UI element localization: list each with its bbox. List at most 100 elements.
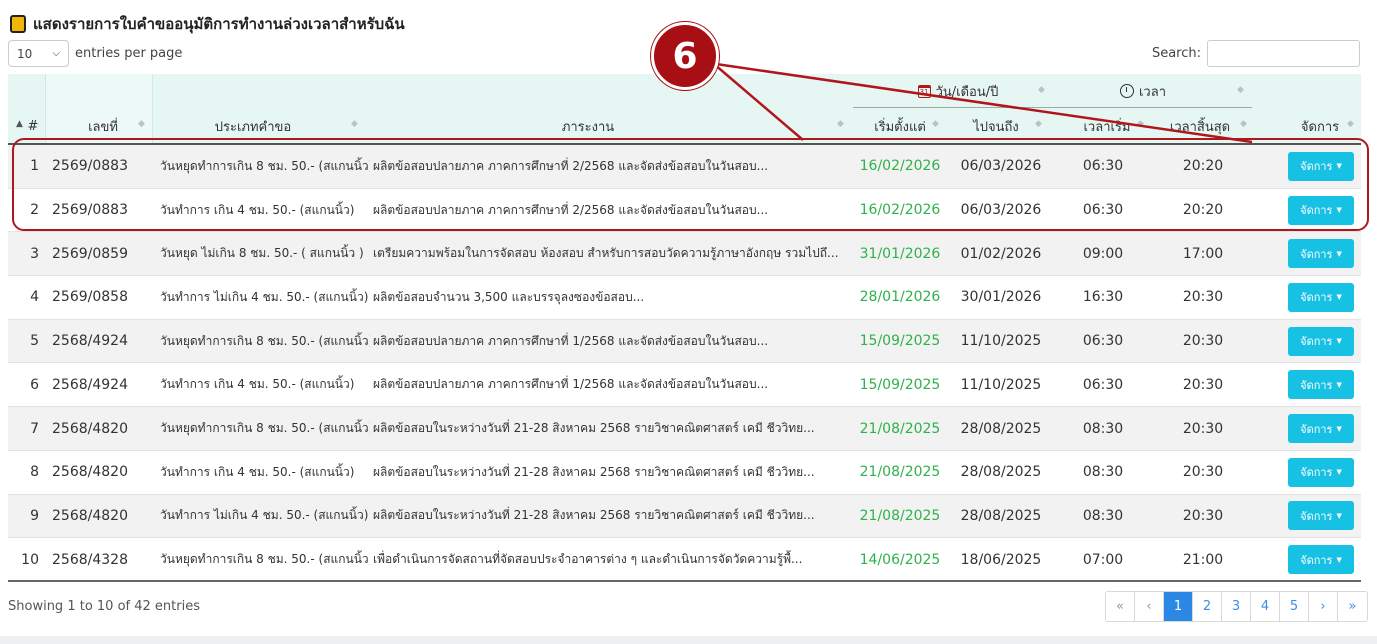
row-task: ผลิตข้อสอบในระหว่างวันที่ 21-28 สิงหาคม … — [373, 508, 815, 523]
column-header-index[interactable]: # — [25, 114, 41, 138]
sort-icon[interactable]: ◆ — [1137, 119, 1144, 129]
sort-icon[interactable]: ◆ — [1237, 85, 1244, 95]
entries-per-page-control: 10 ⌵ entries per page — [8, 40, 182, 67]
pagination-prev[interactable]: ‹ — [1135, 592, 1164, 621]
row-action-cell: จัดการ ▼ — [1288, 232, 1354, 275]
column-group-time[interactable]: เวลา — [1108, 80, 1178, 102]
page-title: แสดงรายการใบคำขออนุมัติการทำงานล่วงเวลาส… — [10, 13, 405, 35]
entries-info: Showing 1 to 10 of 42 entries — [8, 599, 200, 614]
table-row: 5 2568/4924 วันหยุดทำการเกิน 8 ชม. 50.- (ส… — [8, 319, 1361, 364]
manage-dropdown-button[interactable]: จัดการ ▼ — [1288, 326, 1354, 356]
pagination: « ‹ 1 2 3 4 5 › » — [1105, 591, 1368, 622]
row-end-date: 28/08/2025 — [960, 420, 1042, 437]
row-start-date: 14/06/2025 — [859, 551, 941, 568]
row-index: 4 — [30, 289, 39, 306]
manage-button-label: จัดการ — [1300, 553, 1333, 567]
manage-dropdown-button[interactable]: จัดการ ▼ — [1288, 457, 1354, 487]
search-control: Search: — [1152, 40, 1360, 67]
pagination-page-4[interactable]: 4 — [1251, 592, 1280, 621]
row-start-date: 15/09/2025 — [859, 376, 941, 393]
row-end-time: 20:30 — [1182, 333, 1224, 350]
table-row: 4 2569/0858 วันทำการ ไม่เกิน 4 ชม. 50.- (ส… — [8, 276, 1361, 320]
sort-icon[interactable]: ◆ — [1038, 85, 1045, 95]
pagination-first[interactable]: « — [1106, 592, 1135, 621]
table-row: 10 2568/4328 วันหยุดทำการเกิน 8 ชม. 50.- (… — [8, 538, 1361, 582]
calendar-icon: 31 — [917, 84, 931, 98]
row-end-date: 30/01/2026 — [960, 289, 1042, 306]
row-number: 2568/4820 — [52, 507, 128, 524]
row-end-time: 20:30 — [1182, 464, 1224, 481]
caret-down-icon: ▼ — [1336, 511, 1342, 520]
row-task: ผลิตข้อสอบจำนวน 3,500 และบรรจุลงซองข้อสอ… — [373, 289, 645, 304]
row-request-type: วันทำการ ไม่เกิน 4 ชม. 50.- (สแกนนิ้ว) — [160, 508, 369, 523]
row-index: 7 — [30, 420, 39, 437]
row-start-time: 08:30 — [1082, 420, 1124, 437]
sort-icon[interactable]: ◆ — [351, 119, 358, 129]
row-end-time: 20:30 — [1182, 289, 1224, 306]
row-end-date: 11/10/2025 — [960, 376, 1042, 393]
entries-per-page-value: 10 — [17, 46, 33, 61]
row-task: เพื่อดำเนินการจัดสถานที่จัดสอบประจำอาคาร… — [373, 552, 803, 567]
annotation-callout-badge: 6 — [651, 22, 719, 90]
row-number: 2568/4820 — [52, 420, 128, 437]
manage-dropdown-button[interactable]: จัดการ ▼ — [1288, 501, 1354, 531]
row-request-type: วันหยุดทำการเกิน 8 ชม. 50.- (สแกนนิ้ว) — [160, 421, 370, 436]
pagination-last[interactable]: » — [1338, 592, 1367, 621]
pagination-next[interactable]: › — [1309, 592, 1338, 621]
manage-button-label: จัดการ — [1300, 378, 1333, 392]
row-end-date: 01/02/2026 — [960, 245, 1042, 262]
sort-icon[interactable]: ◆ — [837, 119, 844, 129]
row-action-cell: จัดการ ▼ — [1288, 451, 1354, 494]
entries-per-page-label: entries per page — [75, 46, 183, 61]
column-group-date[interactable]: 31 วัน/เดือน/ปี — [898, 80, 1018, 102]
table-row: 6 2568/4924 วันทำการ เกิน 4 ชม. 50.- (สแกน… — [8, 363, 1361, 408]
manage-dropdown-button[interactable]: จัดการ ▼ — [1288, 414, 1354, 444]
entries-per-page-select[interactable]: 10 ⌵ — [8, 40, 69, 67]
sort-icon[interactable]: ◆ — [932, 119, 939, 129]
sort-icon[interactable]: ◆ — [1240, 119, 1247, 129]
column-header-start-time[interactable]: เวลาเริ่ม — [1073, 114, 1141, 138]
row-task: เตรียมความพร้อมในการจัดสอบ ห้องสอบ สำหรั… — [373, 246, 839, 261]
manage-dropdown-button[interactable]: จัดการ ▼ — [1288, 282, 1354, 312]
clock-icon — [1119, 84, 1134, 98]
row-start-time: 06:30 — [1082, 376, 1124, 393]
row-action-cell: จัดการ ▼ — [1288, 320, 1354, 363]
manage-button-label: จัดการ — [1300, 335, 1333, 349]
row-start-date: 31/01/2026 — [859, 245, 941, 262]
row-index: 3 — [30, 245, 39, 262]
caret-down-icon: ▼ — [1336, 468, 1342, 477]
manage-dropdown-button[interactable]: จัดการ ▼ — [1288, 545, 1354, 575]
manage-dropdown-button[interactable]: จัดการ ▼ — [1288, 239, 1354, 269]
column-header-task[interactable]: ภาระงาน — [528, 114, 648, 138]
column-header-action: จัดการ — [1300, 119, 1340, 135]
manage-button-label: จัดการ — [1300, 422, 1333, 436]
row-start-time: 09:00 — [1082, 245, 1124, 262]
caret-down-icon: ▼ — [1336, 424, 1342, 433]
row-index: 5 — [30, 333, 39, 350]
manage-dropdown-button[interactable]: จัดการ ▼ — [1288, 370, 1354, 400]
row-start-time: 16:30 — [1082, 289, 1124, 306]
sort-icon[interactable]: ◆ — [1035, 119, 1042, 129]
pagination-page-1[interactable]: 1 — [1164, 592, 1193, 621]
row-start-date: 21/08/2025 — [859, 420, 941, 437]
pagination-page-3[interactable]: 3 — [1222, 592, 1251, 621]
sort-asc-icon[interactable]: ▲ — [16, 119, 23, 129]
pagination-page-2[interactable]: 2 — [1193, 592, 1222, 621]
column-header-end-time[interactable]: เวลาสิ้นสุด — [1158, 114, 1242, 138]
table-row: 9 2568/4820 วันทำการ ไม่เกิน 4 ชม. 50.- (ส… — [8, 494, 1361, 539]
column-header-number[interactable]: เลขที่ — [68, 114, 138, 138]
caret-down-icon: ▼ — [1336, 249, 1342, 258]
row-end-time: 20:30 — [1182, 376, 1224, 393]
caret-down-icon: ▼ — [1336, 293, 1342, 302]
pagination-page-5[interactable]: 5 — [1280, 592, 1309, 621]
manage-button-label: จัดการ — [1300, 247, 1333, 261]
caret-down-icon: ▼ — [1336, 380, 1342, 389]
row-end-time: 21:00 — [1182, 551, 1224, 568]
column-header-end-date[interactable]: ไปจนถึง — [956, 114, 1036, 138]
search-input[interactable] — [1207, 40, 1360, 67]
row-request-type: วันหยุดทำการเกิน 8 ชม. 50.- (สแกนนิ้ว) — [160, 333, 370, 348]
column-header-type[interactable]: ประเภทคำขอ — [188, 114, 318, 138]
sort-icon[interactable]: ◆ — [138, 119, 145, 129]
sort-icon[interactable]: ◆ — [1347, 119, 1354, 129]
row-end-time: 20:30 — [1182, 420, 1224, 437]
